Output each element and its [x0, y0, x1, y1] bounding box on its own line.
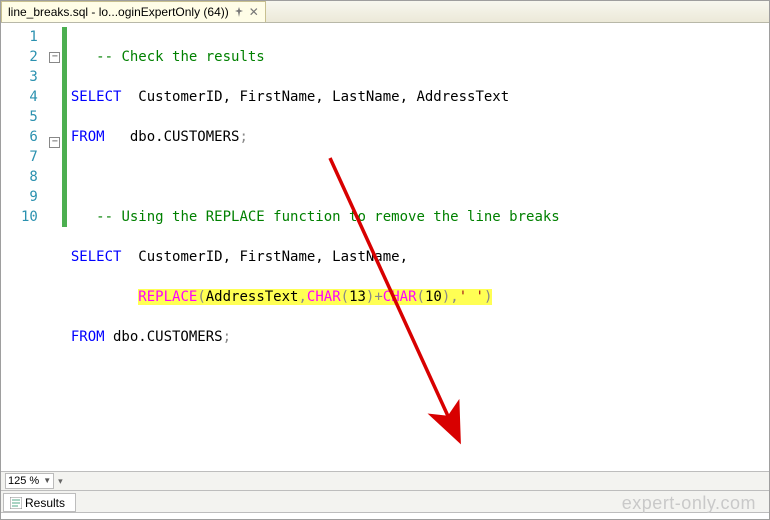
- line-number: 5: [1, 107, 48, 127]
- ssms-window: line_breaks.sql - lo...oginExpertOnly (6…: [0, 0, 770, 520]
- results-text-icon: [10, 497, 22, 509]
- line-number-gutter: 1 2 3 4 5 6 7 8 9 10: [1, 23, 48, 471]
- line-number: 10: [1, 207, 48, 227]
- pin-icon[interactable]: [234, 7, 244, 17]
- tab-results[interactable]: Results: [3, 493, 76, 512]
- sql-editor[interactable]: 1 2 3 4 5 6 7 8 9 10 − − -- Che: [1, 23, 769, 472]
- fold-column: − −: [48, 23, 62, 471]
- fold-toggle-icon[interactable]: −: [49, 52, 60, 63]
- tab-title: line_breaks.sql - lo...oginExpertOnly (6…: [8, 5, 229, 19]
- code-line: FROM dbo.CUSTOMERS;: [71, 327, 763, 347]
- code-line: -- Check the results: [71, 47, 763, 67]
- zoom-combobox[interactable]: 125 % ▼: [5, 473, 54, 489]
- results-pane[interactable]: CustomerIDFirstNameLastNameAddressText -…: [1, 513, 769, 519]
- line-number: 3: [1, 67, 48, 87]
- code-line: [71, 167, 763, 187]
- chevron-down-icon: ▼: [43, 474, 51, 488]
- document-tab-active[interactable]: line_breaks.sql - lo...oginExpertOnly (6…: [1, 1, 266, 22]
- zoom-bar: 125 % ▼ ▾: [1, 472, 769, 490]
- code-line: [71, 367, 763, 387]
- code-area[interactable]: -- Check the results SELECT CustomerID, …: [67, 23, 769, 471]
- document-tabbar: line_breaks.sql - lo...oginExpertOnly (6…: [1, 1, 769, 23]
- code-line: SELECT CustomerID, FirstName, LastName,: [71, 247, 763, 267]
- results-tabstrip: Results: [1, 491, 769, 513]
- close-icon[interactable]: ✕: [249, 7, 259, 17]
- code-line: SELECT CustomerID, FirstName, LastName, …: [71, 87, 763, 107]
- zoom-value: 125 %: [8, 474, 39, 488]
- line-number: 9: [1, 187, 48, 207]
- code-line: -- Using the REPLACE function to remove …: [71, 207, 763, 227]
- dropdown-arrow-icon[interactable]: ▾: [58, 476, 63, 487]
- fold-toggle-icon[interactable]: −: [49, 137, 60, 148]
- code-line: [71, 407, 763, 427]
- line-number: 1: [1, 27, 48, 47]
- line-number: 7: [1, 147, 48, 167]
- code-line: FROM dbo.CUSTOMERS;: [71, 127, 763, 147]
- line-number: 8: [1, 167, 48, 187]
- tab-results-label: Results: [25, 496, 65, 510]
- line-number: 6: [1, 127, 48, 147]
- line-number: 4: [1, 87, 48, 107]
- line-number: 2: [1, 47, 48, 67]
- code-line: REPLACE(AddressText,CHAR(13)+CHAR(10),' …: [71, 287, 763, 307]
